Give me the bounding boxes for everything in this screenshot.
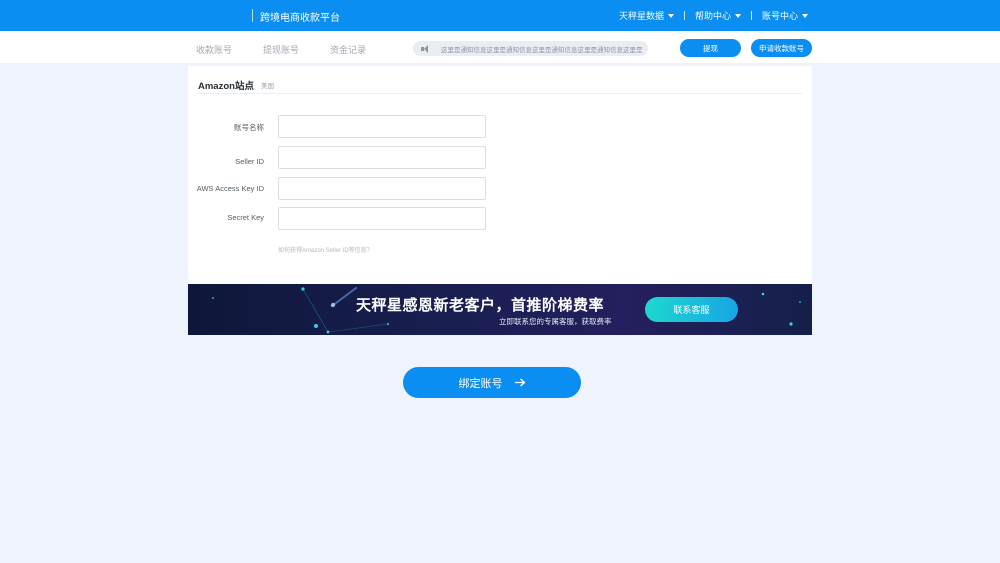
nav-data-label: 天秤星数据: [618, 11, 664, 21]
tab-withdraw-accounts[interactable]: 提现账号: [263, 43, 299, 56]
account-name-label: 账号名称: [234, 123, 264, 132]
arrow-right-icon: [514, 378, 526, 387]
card-divider: [198, 93, 802, 94]
withdraw-button[interactable]: 提现: [680, 39, 741, 57]
brand-title: 跨境电商收款平台: [260, 13, 340, 24]
seller-id-input[interactable]: [278, 146, 486, 169]
bind-account-label: 绑定账号: [458, 377, 503, 390]
seller-id-label: Seller ID: [235, 157, 264, 166]
secret-key-label: Secret Key: [227, 213, 264, 222]
tab-fund-records[interactable]: 资金记录: [330, 43, 366, 56]
nav-account-menu[interactable]: 账号中心: [762, 9, 808, 22]
secret-key-input[interactable]: [278, 207, 486, 230]
banner-subtitle: 立即联系您的专属客服，获取费率: [499, 317, 612, 326]
nav-separator: [683, 11, 685, 20]
bind-account-button[interactable]: 绑定账号: [403, 367, 581, 398]
notice-text: 这里是通知信息这里是通知信息这里是通知信息这里是通知信息这里是: [441, 46, 643, 54]
notice-bar[interactable]: 这里是通知信息这里是通知信息这里是通知信息这里是通知信息这里是: [413, 41, 648, 56]
tab-receive-accounts[interactable]: 收款账号: [196, 43, 232, 56]
form-card: Amazon站点 美国 账号名称 Seller ID AWS Access Ke…: [188, 66, 812, 284]
brand-divider: [252, 9, 253, 22]
top-nav: 天秤星数据 帮助中心 账号中心: [619, 9, 808, 22]
caret-down-icon: [802, 13, 808, 18]
card-title: Amazon站点: [198, 81, 254, 92]
nav-help-label: 帮助中心: [694, 11, 731, 21]
aws-key-label: AWS Access Key ID: [196, 184, 264, 193]
account-name-input[interactable]: [278, 115, 486, 138]
region-label: 美国: [261, 83, 274, 90]
promo-banner: 天秤星感恩新老客户，首推阶梯费率 立即联系您的专属客服，获取费率 联系客服: [188, 284, 812, 335]
contact-support-button[interactable]: 联系客服: [645, 297, 738, 322]
nav-help-menu[interactable]: 帮助中心: [695, 9, 741, 22]
aws-key-input[interactable]: [278, 177, 486, 200]
caret-down-icon: [734, 13, 741, 18]
nav-account-label: 账号中心: [761, 11, 798, 21]
speaker-icon: [421, 44, 431, 53]
banner-title: 天秤星感恩新老客户，首推阶梯费率: [356, 297, 605, 314]
caret-down-icon: [667, 13, 674, 18]
top-bar: 跨境电商收款平台 天秤星数据 帮助中心 账号中心: [0, 0, 1000, 31]
apply-account-button[interactable]: 申请收款账号: [751, 39, 812, 57]
seller-id-help-link[interactable]: 如何获得Amazon Seller ID等信息？: [278, 245, 373, 254]
nav-data-menu[interactable]: 天秤星数据: [619, 9, 674, 22]
nav-separator: [750, 11, 752, 20]
